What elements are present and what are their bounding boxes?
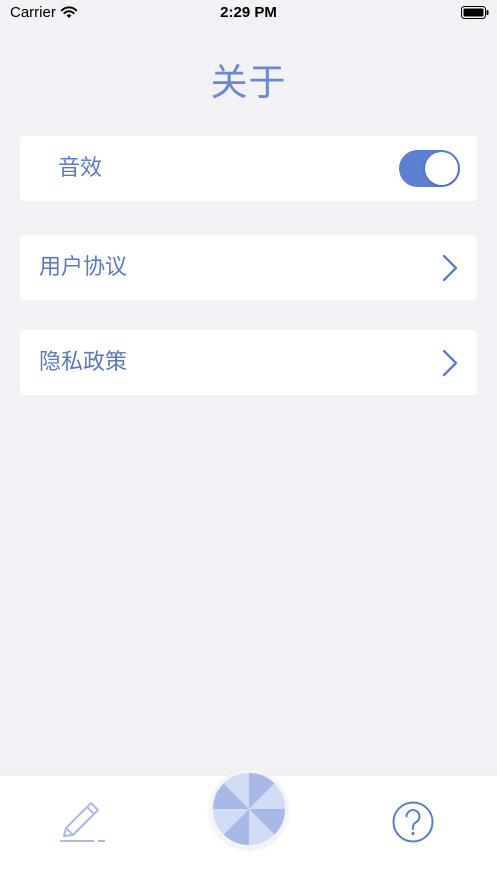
chevron-right-icon (442, 254, 458, 282)
status-bar: Carrier 2:29 PM (0, 0, 497, 26)
pinwheel-icon (213, 773, 285, 845)
privacy-policy-row[interactable]: 隐私政策 (20, 330, 477, 395)
tab-bar (0, 770, 497, 884)
status-time: 2:29 PM (220, 4, 277, 21)
user-agreement-label: 用户协议 (39, 255, 128, 280)
chevron-right-icon (442, 349, 458, 377)
toggle-knob (425, 152, 458, 185)
privacy-policy-label: 隐私政策 (39, 350, 128, 375)
sound-effect-label: 音效 (58, 156, 103, 181)
battery-icon (461, 6, 489, 19)
sound-effect-row: 音效 (20, 136, 477, 201)
pinwheel-button[interactable] (210, 770, 288, 848)
sound-effect-toggle[interactable] (399, 150, 460, 187)
help-circle-icon[interactable] (391, 800, 435, 844)
page-title: 关于 (210, 61, 287, 104)
pencil-icon[interactable] (58, 800, 108, 844)
user-agreement-row[interactable]: 用户协议 (20, 235, 477, 300)
